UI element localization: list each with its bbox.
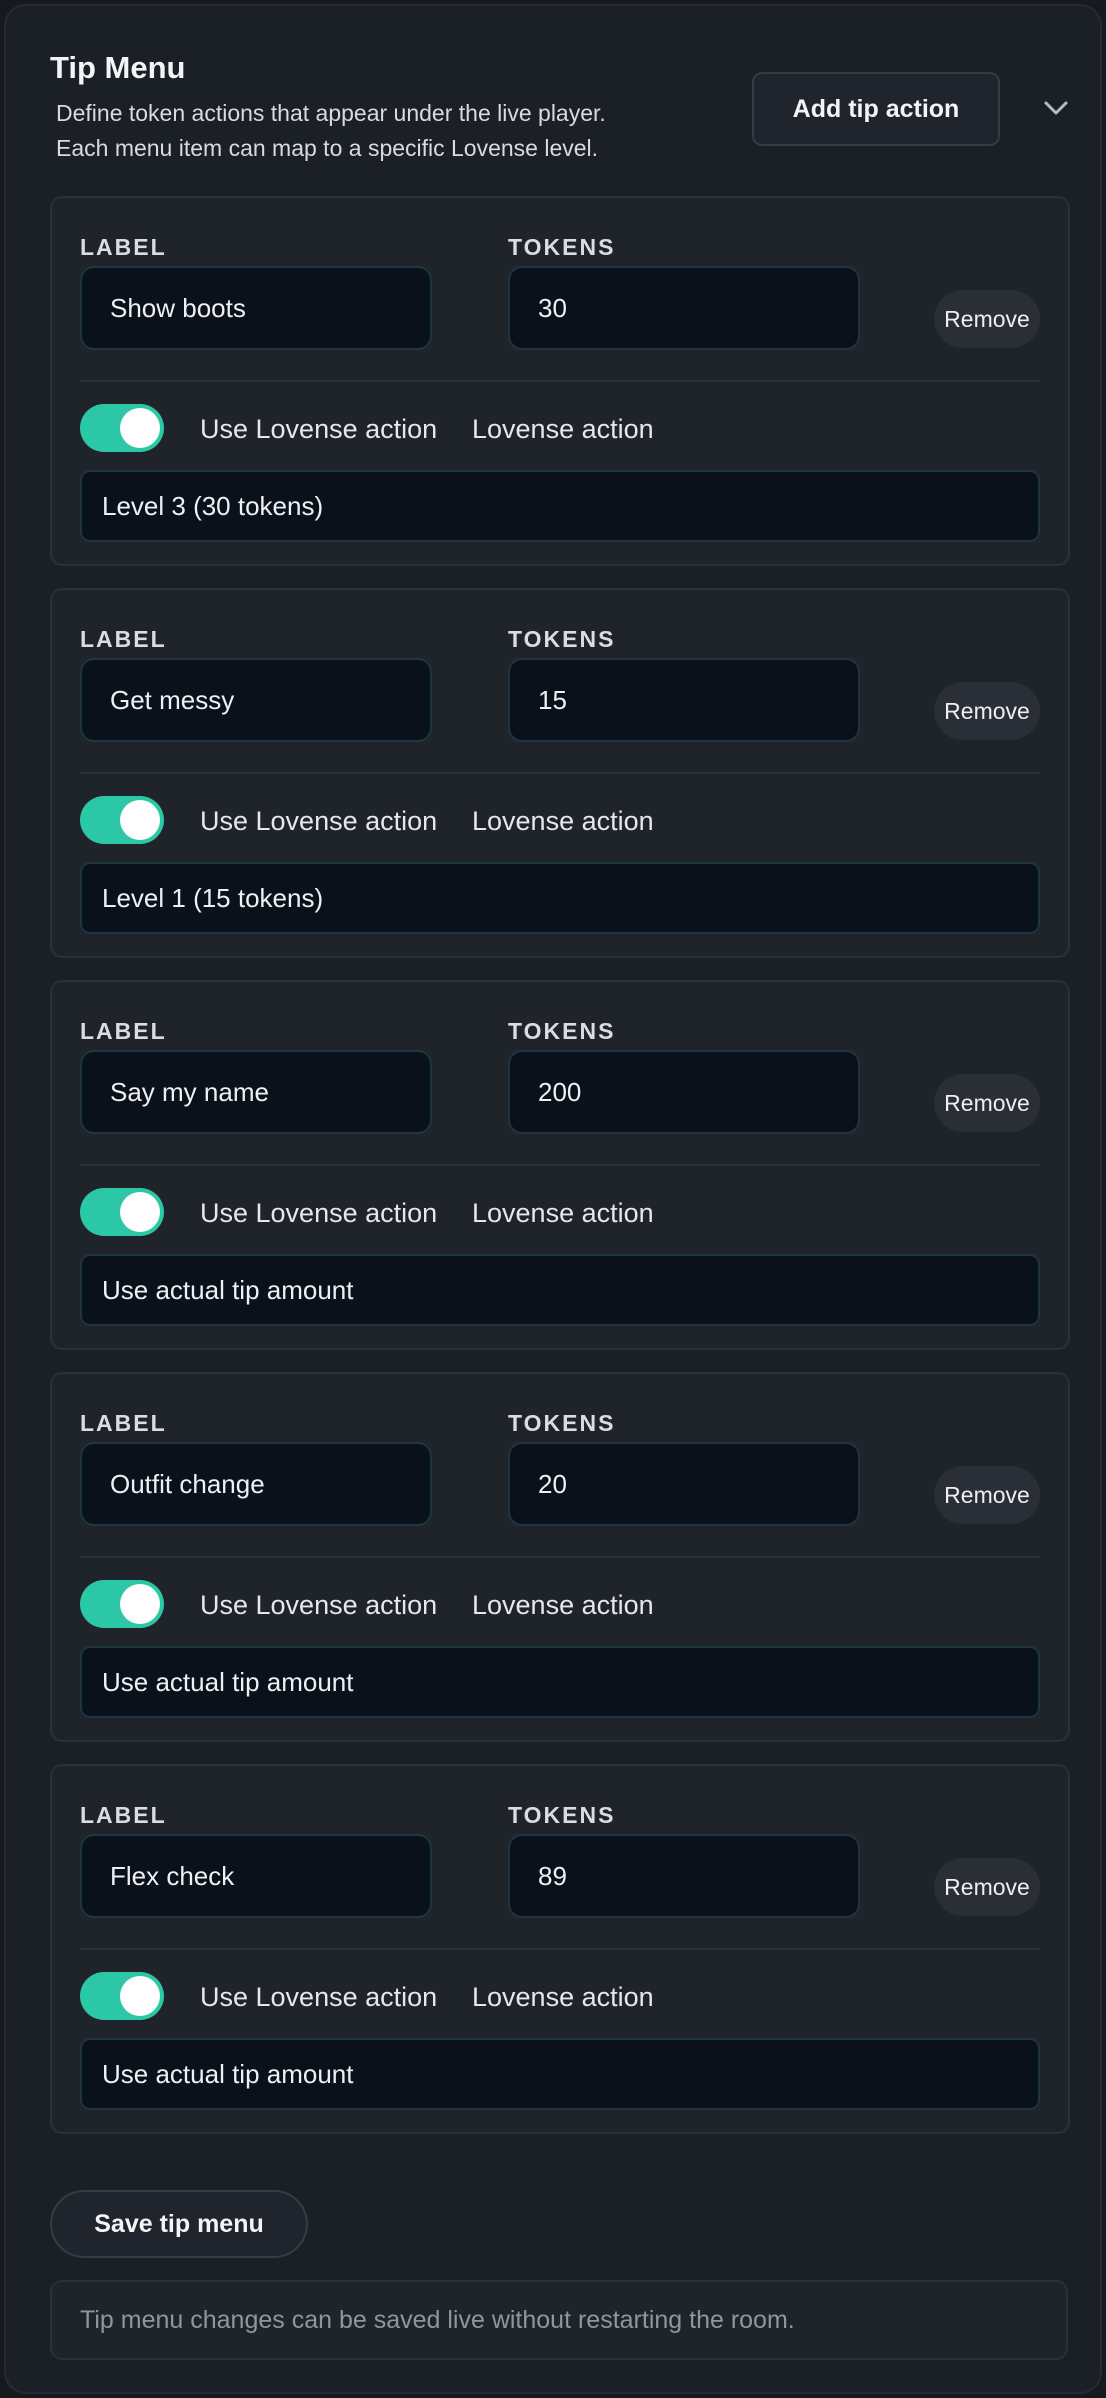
- remove-button[interactable]: Remove: [934, 1858, 1040, 1916]
- remove-button[interactable]: Remove: [934, 290, 1040, 348]
- toggle-label: Use Lovense action: [200, 806, 438, 836]
- tokens-field-label: TOKENS: [508, 1410, 616, 1436]
- remove-button[interactable]: Remove: [934, 682, 1040, 740]
- label-input[interactable]: Show boots: [80, 266, 432, 350]
- lovense-action-label: Lovense action: [472, 414, 654, 444]
- lovense-toggle[interactable]: [80, 796, 164, 844]
- lovense-action-select[interactable]: Use actual tip amount: [80, 1254, 1040, 1326]
- lovense-action-select[interactable]: Use actual tip amount: [80, 2038, 1040, 2110]
- tip-action-card: LABEL TOKENS Get messy 15 Remove Use Lov…: [50, 588, 1070, 958]
- remove-button[interactable]: Remove: [934, 1074, 1040, 1132]
- tip-action-list: LABEL TOKENS Show boots 30 Remove Use Lo…: [50, 196, 1070, 2156]
- toggle-knob: [120, 800, 160, 840]
- lovense-action-label: Lovense action: [472, 1590, 654, 1620]
- add-tip-action-button[interactable]: Add tip action: [752, 72, 1000, 146]
- tokens-input[interactable]: 30: [508, 266, 860, 350]
- divider: [80, 1948, 1040, 1950]
- toggle-label: Use Lovense action: [200, 1982, 438, 2012]
- toggle-knob: [120, 1976, 160, 2016]
- tokens-input[interactable]: 20: [508, 1442, 860, 1526]
- tip-action-card: LABEL TOKENS Flex check 89 Remove Use Lo…: [50, 1764, 1070, 2134]
- label-field-label: LABEL: [80, 1018, 167, 1044]
- lovense-toggle[interactable]: [80, 1972, 164, 2020]
- label-input[interactable]: Get messy: [80, 658, 432, 742]
- label-input[interactable]: Say my name: [80, 1050, 432, 1134]
- lovense-action-label: Lovense action: [472, 1982, 654, 2012]
- lovense-toggle[interactable]: [80, 404, 164, 452]
- tokens-field-label: TOKENS: [508, 234, 616, 260]
- save-tip-menu-button[interactable]: Save tip menu: [50, 2190, 308, 2258]
- label-field-label: LABEL: [80, 1802, 167, 1828]
- lovense-action-select[interactable]: Level 1 (15 tokens): [80, 862, 1040, 934]
- tip-menu-header: Tip Menu Define token actions that appea…: [50, 50, 1068, 170]
- lovense-toggle[interactable]: [80, 1580, 164, 1628]
- tip-menu-description: Define token actions that appear under t…: [56, 96, 606, 166]
- tokens-field-label: TOKENS: [508, 1802, 616, 1828]
- toggle-knob: [120, 1584, 160, 1624]
- divider: [80, 1556, 1040, 1558]
- divider: [80, 772, 1040, 774]
- tip-action-card: LABEL TOKENS Show boots 30 Remove Use Lo…: [50, 196, 1070, 566]
- label-field-label: LABEL: [80, 1410, 167, 1436]
- tokens-input[interactable]: 15: [508, 658, 860, 742]
- tokens-input[interactable]: 89: [508, 1834, 860, 1918]
- lovense-action-select[interactable]: Use actual tip amount: [80, 1646, 1040, 1718]
- toggle-label: Use Lovense action: [200, 1590, 438, 1620]
- divider: [80, 380, 1040, 382]
- toggle-label: Use Lovense action: [200, 414, 438, 444]
- lovense-action-label: Lovense action: [472, 1198, 654, 1228]
- tip-action-card: LABEL TOKENS Outfit change 20 Remove Use…: [50, 1372, 1070, 1742]
- label-input[interactable]: Outfit change: [80, 1442, 432, 1526]
- label-field-label: LABEL: [80, 626, 167, 652]
- toggle-label: Use Lovense action: [200, 1198, 438, 1228]
- description-line-2: Each menu item can map to a specific Lov…: [56, 135, 599, 161]
- chevron-down-icon[interactable]: [1038, 90, 1074, 126]
- lovense-action-label: Lovense action: [472, 806, 654, 836]
- lovense-toggle[interactable]: [80, 1188, 164, 1236]
- save-info-note: Tip menu changes can be saved live witho…: [50, 2280, 1068, 2360]
- page-title: Tip Menu: [50, 50, 186, 85]
- label-field-label: LABEL: [80, 234, 167, 260]
- tip-menu-panel: Tip Menu Define token actions that appea…: [4, 4, 1102, 2394]
- tokens-field-label: TOKENS: [508, 1018, 616, 1044]
- toggle-knob: [120, 1192, 160, 1232]
- divider: [80, 1164, 1040, 1166]
- description-line-1: Define token actions that appear under t…: [56, 100, 606, 126]
- label-input[interactable]: Flex check: [80, 1834, 432, 1918]
- toggle-knob: [120, 408, 160, 448]
- lovense-action-select[interactable]: Level 3 (30 tokens): [80, 470, 1040, 542]
- tokens-field-label: TOKENS: [508, 626, 616, 652]
- tokens-input[interactable]: 200: [508, 1050, 860, 1134]
- tip-action-card: LABEL TOKENS Say my name 200 Remove Use …: [50, 980, 1070, 1350]
- remove-button[interactable]: Remove: [934, 1466, 1040, 1524]
